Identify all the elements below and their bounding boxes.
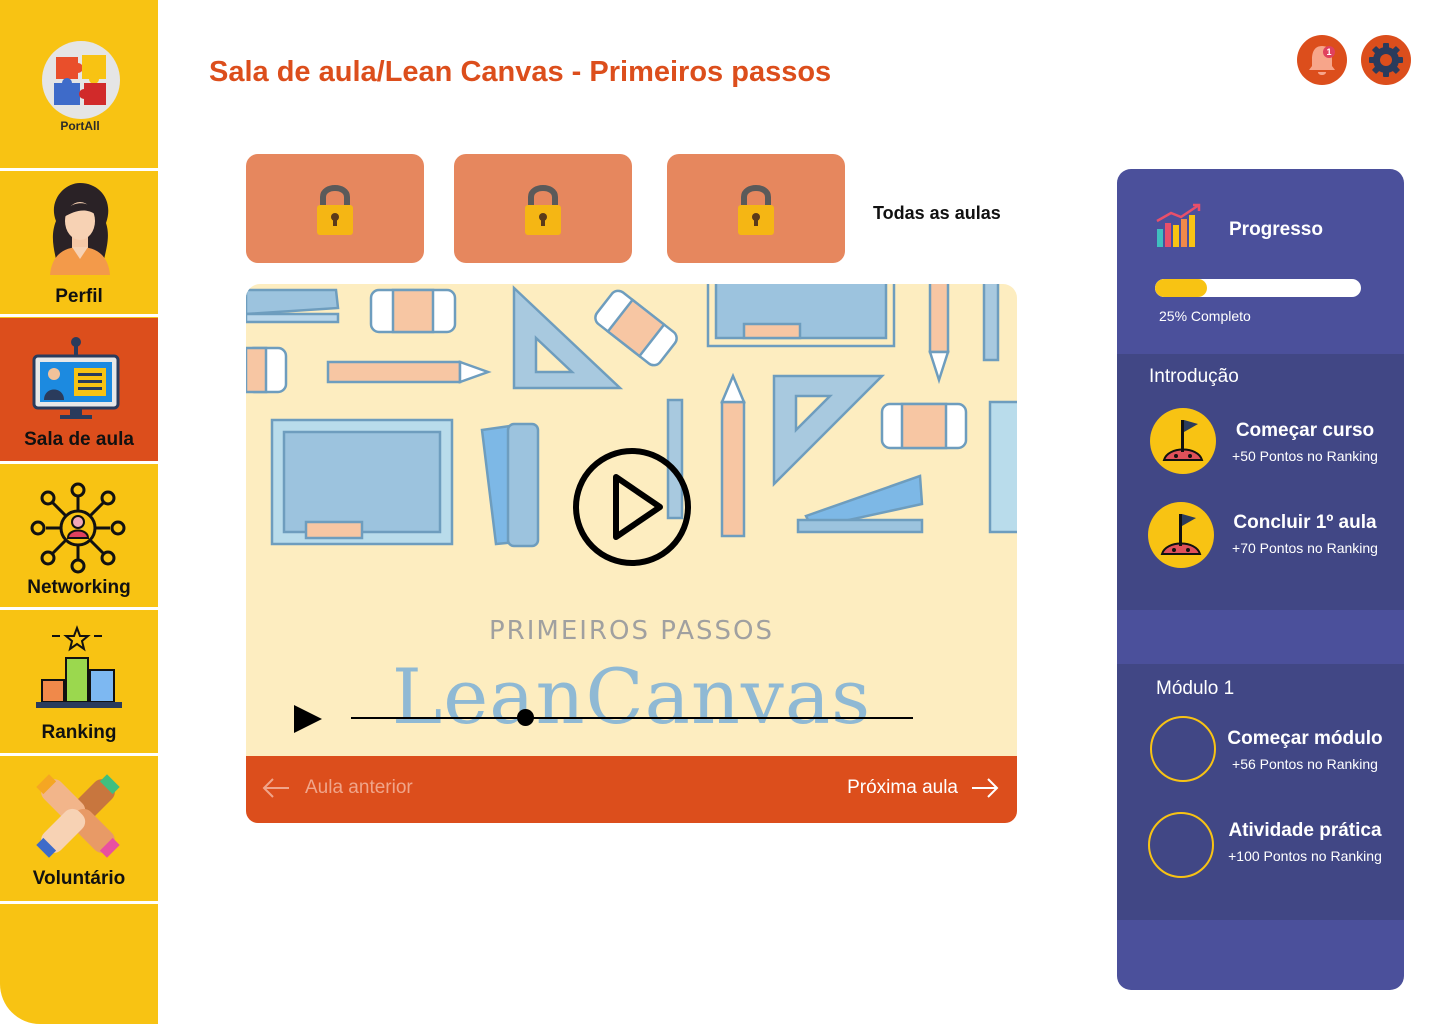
task-points: +56 Pontos no Ranking [1232,756,1378,772]
sidebar-item-label: Networking [27,577,131,598]
section-modulo-1: Módulo 1 Começar módulo +56 Pontos no Ra… [1117,664,1404,920]
task-title: Atividade prática [1228,820,1382,841]
sidebar-item-ranking[interactable]: Ranking [0,610,158,753]
locked-lesson-tile[interactable] [667,154,845,263]
settings-button[interactable] [1361,35,1411,85]
task-item[interactable]: Concluir 1º aula +70 Pontos no Ranking [1117,498,1404,578]
progress-label: 25% Completo [1159,308,1251,324]
bell-icon: 1 [1309,46,1335,75]
gear-icon [1369,43,1403,77]
growth-chart-icon [1156,203,1201,247]
podium-icon [36,625,122,708]
network-people-icon [30,482,126,574]
hands-together-icon [36,774,120,858]
task-title: Começar módulo [1227,728,1383,749]
empty-badge-icon [1148,812,1214,878]
sidebar-item-voluntario[interactable]: Voluntário [0,756,158,901]
puzzle-logo-icon [42,41,120,119]
video-seek-bar[interactable] [351,717,913,719]
notification-count: 1 [1326,47,1331,57]
next-lesson-label: Próxima aula [847,777,958,798]
task-item[interactable]: Atividade prática +100 Pontos no Ranking [1117,806,1404,886]
task-points: +50 Pontos no Ranking [1232,448,1378,464]
classroom-screen-icon [32,337,120,419]
divider [0,901,158,904]
flag-badge-icon [1148,502,1214,568]
section-introducao: Introdução Começar curso +50 Pontos no R… [1117,354,1404,610]
previous-lesson-label: Aula anterior [305,777,413,798]
task-points: +70 Pontos no Ranking [1232,540,1378,556]
sidebar: PortAll Perfil Sala de aula Networking R… [0,0,158,1024]
previous-lesson-button[interactable]: Aula anterior [262,777,413,799]
empty-badge-icon [1150,716,1216,782]
progress-panel: Progresso 25% Completo Introdução Começa… [1117,169,1404,990]
sidebar-item-label: Ranking [41,722,117,743]
next-lesson-button[interactable]: Próxima aula [847,777,999,799]
task-title: Começar curso [1235,420,1375,441]
divider [0,314,158,317]
progress-bar-fill [1155,279,1207,297]
play-overlay-button[interactable] [572,447,692,567]
task-item[interactable]: Começar módulo +56 Pontos no Ranking [1117,714,1404,794]
lock-icon [525,185,561,235]
profile-avatar-icon [50,183,110,275]
task-points: +100 Pontos no Ranking [1228,848,1382,864]
brand-name: PortAll [60,119,100,133]
notifications-button[interactable]: 1 [1297,35,1347,85]
flag-badge-icon [1150,408,1216,474]
locked-lesson-tile[interactable] [454,154,632,263]
locked-lesson-tile[interactable] [246,154,424,263]
sidebar-item-label: Sala de aula [24,429,134,450]
sidebar-item-sala-de-aula[interactable]: Sala de aula [0,318,158,461]
arrow-left-icon [262,778,289,798]
sidebar-item-label: Voluntário [32,868,126,889]
progress-title: Progresso [1229,219,1323,240]
sidebar-item-perfil[interactable]: Perfil [0,171,158,314]
page-title: Sala de aula/Lean Canvas - Primeiros pas… [209,56,832,88]
video-subtitle: PRIMEIROS PASSOS [488,616,775,646]
all-lessons-link[interactable]: Todas as aulas [873,203,1001,224]
brand-logo[interactable]: PortAll [0,0,158,168]
sidebar-item-networking[interactable]: Networking [0,464,158,607]
lesson-navigation-bar: Aula anterior Próxima aula [246,756,1017,823]
lock-icon [317,185,353,235]
task-title: Concluir 1º aula [1233,512,1377,533]
section-title: Módulo 1 [1156,678,1235,699]
task-item[interactable]: Começar curso +50 Pontos no Ranking [1117,406,1404,486]
arrow-right-icon [972,778,999,798]
sidebar-item-label: Perfil [55,286,103,307]
video-title: LeanCanvas [391,652,872,741]
section-title: Introdução [1149,366,1239,387]
progress-bar [1155,279,1361,297]
play-icon[interactable] [292,703,324,735]
lock-icon [738,185,774,235]
video-player[interactable]: PRIMEIROS PASSOS LeanCanvas [246,284,1017,756]
